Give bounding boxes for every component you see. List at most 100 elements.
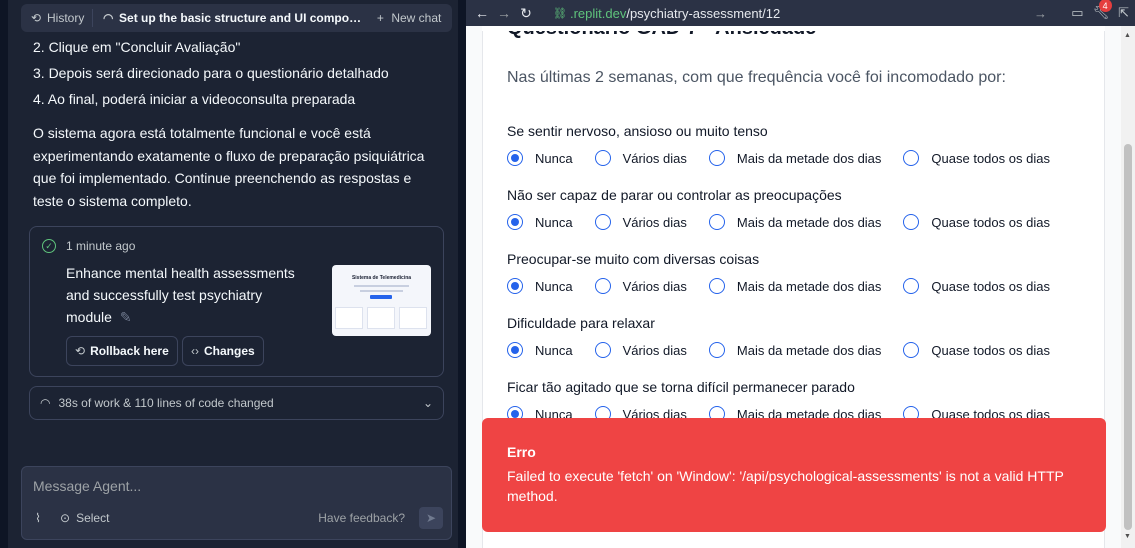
radio-button[interactable] xyxy=(903,150,920,166)
send-button[interactable]: ➤ xyxy=(419,507,443,529)
question-label: Se sentir nervoso, ansioso ou muito tens… xyxy=(507,123,768,139)
radio-option[interactable]: Mais da metade dos dias xyxy=(708,214,881,230)
question-item: Ficar tão agitado que se torna difícil p… xyxy=(507,377,1087,423)
devices-icon[interactable]: ▭ xyxy=(1071,5,1083,21)
agent-message: O sistema agora está totalmente funciona… xyxy=(33,125,425,209)
changes-button[interactable]: ‹› Changes xyxy=(182,336,264,366)
radio-option[interactable]: Mais da metade dos dias xyxy=(708,278,882,294)
url-field[interactable]: ⛓ .replit.dev /psychiatry-assessment/12 … xyxy=(553,2,1051,24)
radio-label: Mais da metade dos dias xyxy=(736,150,882,166)
history-button[interactable]: ⟲ History xyxy=(29,11,84,25)
radio-option[interactable]: Quase todos os dias xyxy=(903,342,1050,358)
radio-button[interactable] xyxy=(594,214,611,230)
feedback-link[interactable]: Have feedback? xyxy=(318,511,405,525)
radio-button[interactable] xyxy=(708,150,725,166)
checkpoint-thumbnail[interactable]: Sistema de Telemedicina xyxy=(332,265,431,336)
step-item: 2. Clique em "Concluir Avaliação" xyxy=(33,39,241,55)
paperclip-icon[interactable]: ⌇ xyxy=(30,511,46,525)
radio-group: Nunca Vários dias Mais da metade dos dias Q… xyxy=(507,277,1087,295)
page-gutter xyxy=(1105,26,1121,548)
scrollbar[interactable]: ▲ ▼ xyxy=(1121,26,1135,548)
radio-option[interactable]: Vários dias xyxy=(594,214,687,230)
question-label: Ficar tão agitado que se torna difícil p… xyxy=(507,379,855,395)
radio-button[interactable] xyxy=(507,342,523,358)
radio-button[interactable] xyxy=(708,278,725,294)
radio-button[interactable] xyxy=(507,214,523,230)
error-toast[interactable]: Erro Failed to execute 'fetch' on 'Windo… xyxy=(482,418,1106,532)
rollback-button[interactable]: ⟲ Rollback here xyxy=(66,336,178,366)
reload-icon[interactable]: ↻ xyxy=(515,0,537,26)
radio-button[interactable] xyxy=(903,214,920,230)
question-label: Não ser capaz de parar ou controlar as p… xyxy=(507,187,842,203)
radio-button[interactable] xyxy=(594,150,611,166)
scroll-up-icon[interactable]: ▲ xyxy=(1124,32,1131,39)
question-label: Preocupar-se muito com diversas coisas xyxy=(507,251,760,267)
radio-option[interactable]: Vários dias xyxy=(594,342,687,358)
pencil-icon[interactable]: ✎ xyxy=(120,309,132,325)
radio-option[interactable]: Nunca xyxy=(507,214,573,230)
radio-button[interactable] xyxy=(903,342,920,358)
target-icon: ⊙ xyxy=(60,511,71,525)
radio-button[interactable] xyxy=(903,278,920,294)
radio-option[interactable]: Vários dias xyxy=(594,150,687,166)
form-title: Questionário GAD-7 - Ansiedade xyxy=(507,31,816,40)
history-icon: ⟲ xyxy=(30,11,42,25)
thumbnail-card xyxy=(367,307,395,329)
radio-group: Nunca Vários dias Mais da metade dos dias Q… xyxy=(507,213,1087,231)
back-icon[interactable]: ← xyxy=(471,0,493,26)
thumbnail-button xyxy=(370,295,392,299)
rollback-label: Rollback here xyxy=(90,344,169,358)
radio-option[interactable]: Mais da metade dos dias xyxy=(708,150,882,166)
form-intro: Nas últimas 2 semanas, com que frequênci… xyxy=(507,69,1006,86)
radio-label: Quase todos os dias xyxy=(931,150,1050,166)
panel-divider[interactable] xyxy=(458,0,466,548)
work-summary-text: 38s of work & 110 lines of code changed xyxy=(58,396,274,410)
task-title[interactable]: ◠ Set up the basic structure and UI comp… xyxy=(101,11,367,25)
radio-button[interactable] xyxy=(507,278,523,294)
radio-option[interactable]: Mais da metade dos dias xyxy=(708,342,881,358)
divider xyxy=(92,9,94,27)
scroll-down-icon[interactable]: ▼ xyxy=(1124,533,1131,540)
radio-option[interactable]: Nunca xyxy=(507,278,573,294)
thumbnail-line xyxy=(354,285,409,287)
radio-button[interactable] xyxy=(507,150,523,166)
radio-button[interactable] xyxy=(594,342,611,358)
checkpoint-time: ✓ 1 minute ago xyxy=(42,239,135,253)
link-icon: ⛓ xyxy=(553,7,567,20)
question-item: Dificuldade para relaxar Nunca Vários dias… xyxy=(507,313,1087,359)
check-circle-icon: ✓ xyxy=(42,239,56,253)
radio-label: Mais da metade dos dias xyxy=(736,278,882,294)
message-input[interactable]: Message Agent... xyxy=(33,478,141,494)
task-title-text: Set up the basic structure and UI compon… xyxy=(119,11,368,25)
history-label: History xyxy=(47,11,85,25)
question-label: Dificuldade para relaxar xyxy=(507,315,655,331)
devtools-button[interactable]: 🔧︎ 4 xyxy=(1093,0,1112,21)
radio-button[interactable] xyxy=(708,342,725,358)
select-button[interactable]: ⊙ Select xyxy=(60,511,109,525)
radio-option[interactable]: Quase todos os dias xyxy=(903,278,1050,294)
message-composer[interactable]: Message Agent... ⌇ ⊙ Select Have feedbac… xyxy=(21,466,452,540)
work-summary[interactable]: ◠ 38s of work & 110 lines of code change… xyxy=(29,386,444,420)
question-item: Se sentir nervoso, ansioso ou muito tens… xyxy=(507,121,1087,167)
go-icon[interactable]: → xyxy=(1034,6,1047,21)
radio-option[interactable]: Quase todos os dias xyxy=(903,150,1050,166)
forward-icon[interactable]: → xyxy=(493,0,515,26)
radio-option[interactable]: Vários dias xyxy=(594,278,687,294)
scrollbar-thumb[interactable] xyxy=(1124,144,1132,530)
radio-group: Nunca Vários dias Mais da metade dos dias Q… xyxy=(507,149,1087,167)
external-link-icon[interactable]: ⇱ xyxy=(1118,5,1129,21)
radio-option[interactable]: Nunca xyxy=(507,150,573,166)
radio-button[interactable] xyxy=(594,278,611,294)
radio-option[interactable]: Quase todos os dias xyxy=(903,214,1050,230)
select-label: Select xyxy=(76,511,110,525)
browser-toolbar: ← → ↻ ⛓ .replit.dev /psychiatry-assessme… xyxy=(466,0,1135,26)
radio-button[interactable] xyxy=(708,214,725,230)
radio-label: Quase todos os dias xyxy=(931,342,1050,358)
new-chat-label: New chat xyxy=(391,11,442,25)
radio-option[interactable]: Nunca xyxy=(507,342,573,358)
new-chat-button[interactable]: + New chat xyxy=(373,11,442,25)
thumbnail-card xyxy=(335,307,363,329)
chevron-down-icon: ⌄ xyxy=(422,396,433,410)
toast-title: Erro xyxy=(507,444,536,460)
checkpoint-summary-text: Enhance mental health assessments and su… xyxy=(66,265,295,325)
